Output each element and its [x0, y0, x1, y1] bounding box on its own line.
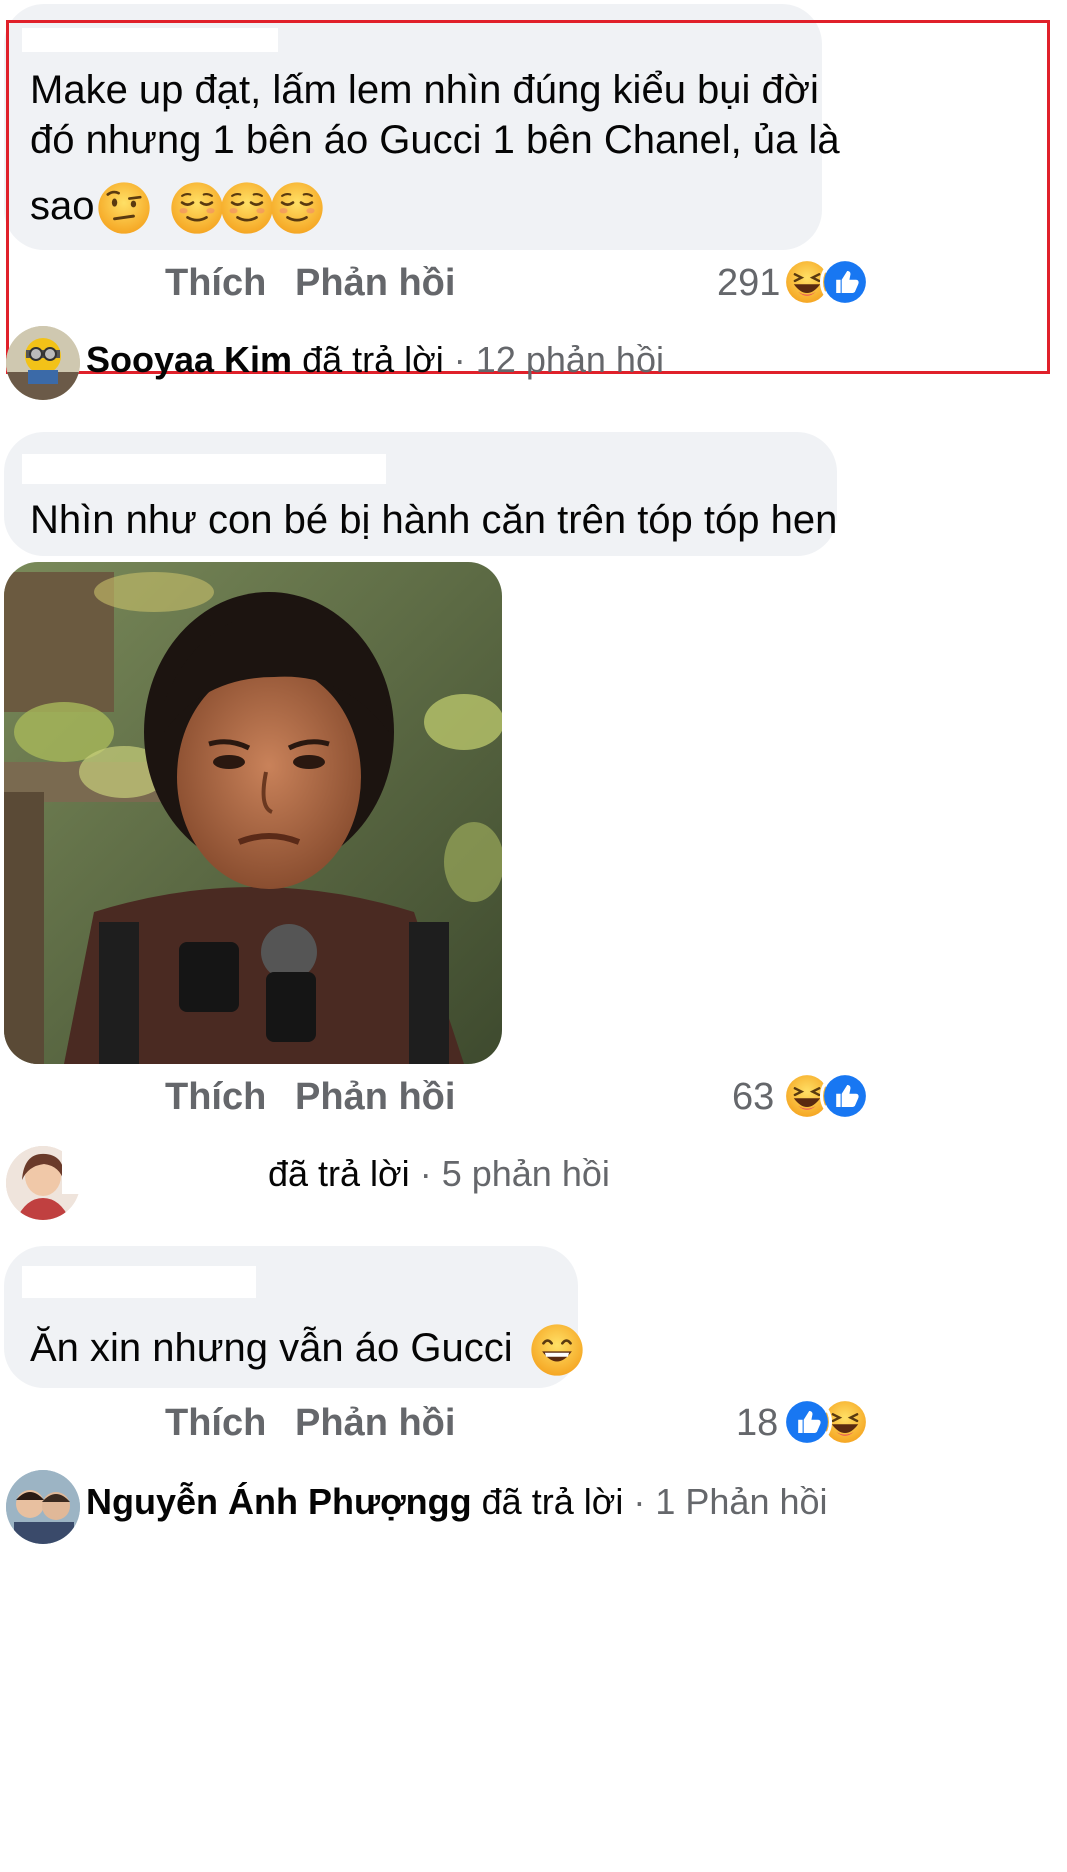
replier-name[interactable]: Sooyaa Kim: [86, 339, 292, 380]
reply-count: 5 phản hồi: [441, 1153, 610, 1194]
reply-count: 1 Phản hồi: [655, 1481, 828, 1522]
reaction-count[interactable]: 18: [736, 1402, 778, 1445]
comment-text-line: Ăn xin nhưng vẫn áo Gucci: [30, 1318, 584, 1378]
separator-dot: ·: [453, 339, 466, 380]
redacted-author-name: [22, 1266, 256, 1298]
grinning-face-emoji: [530, 1323, 584, 1377]
redacted-replier-name: [62, 1150, 258, 1194]
reaction-count[interactable]: 63: [732, 1076, 774, 1119]
comment-text-line: Nhìn như con bé bị hành căn trên tóp tóp…: [30, 498, 838, 542]
avatar[interactable]: [6, 1470, 80, 1544]
separator-dot: ·: [633, 1481, 646, 1522]
reply-summary[interactable]: đã trả lời · 5 phản hồi: [268, 1153, 610, 1195]
replier-name[interactable]: Nguyễn Ánh Phượngg: [86, 1481, 472, 1522]
reply-action-text: đã trả lời: [481, 1481, 624, 1522]
reply-button[interactable]: Phản hồi: [295, 1402, 455, 1445]
redacted-author-name: [22, 454, 386, 484]
reply-summary[interactable]: Sooyaa Kim đã trả lời · 12 phản hồi: [86, 339, 664, 381]
separator-dot: ·: [419, 1153, 432, 1194]
highlight-box: [6, 20, 1050, 374]
reply-action-text: đã trả lời: [302, 339, 444, 380]
avatar[interactable]: [6, 326, 80, 400]
like-button[interactable]: Thích: [165, 1076, 266, 1119]
like-reaction-icon: [782, 1397, 832, 1447]
like-reaction-icon: [820, 257, 870, 307]
like-button[interactable]: Thích: [165, 1402, 266, 1445]
reply-count: 12 phản hồi: [475, 339, 664, 380]
comment-attached-photo[interactable]: [4, 562, 502, 1064]
reply-button[interactable]: Phản hồi: [295, 1076, 455, 1119]
like-reaction-icon: [820, 1071, 870, 1121]
reply-summary[interactable]: Nguyễn Ánh Phượngg đã trả lời · 1 Phản h…: [86, 1481, 828, 1523]
reply-action-text: đã trả lời: [268, 1153, 410, 1194]
comment-text-fragment: Ăn xin nhưng vẫn áo Gucci: [30, 1326, 513, 1370]
